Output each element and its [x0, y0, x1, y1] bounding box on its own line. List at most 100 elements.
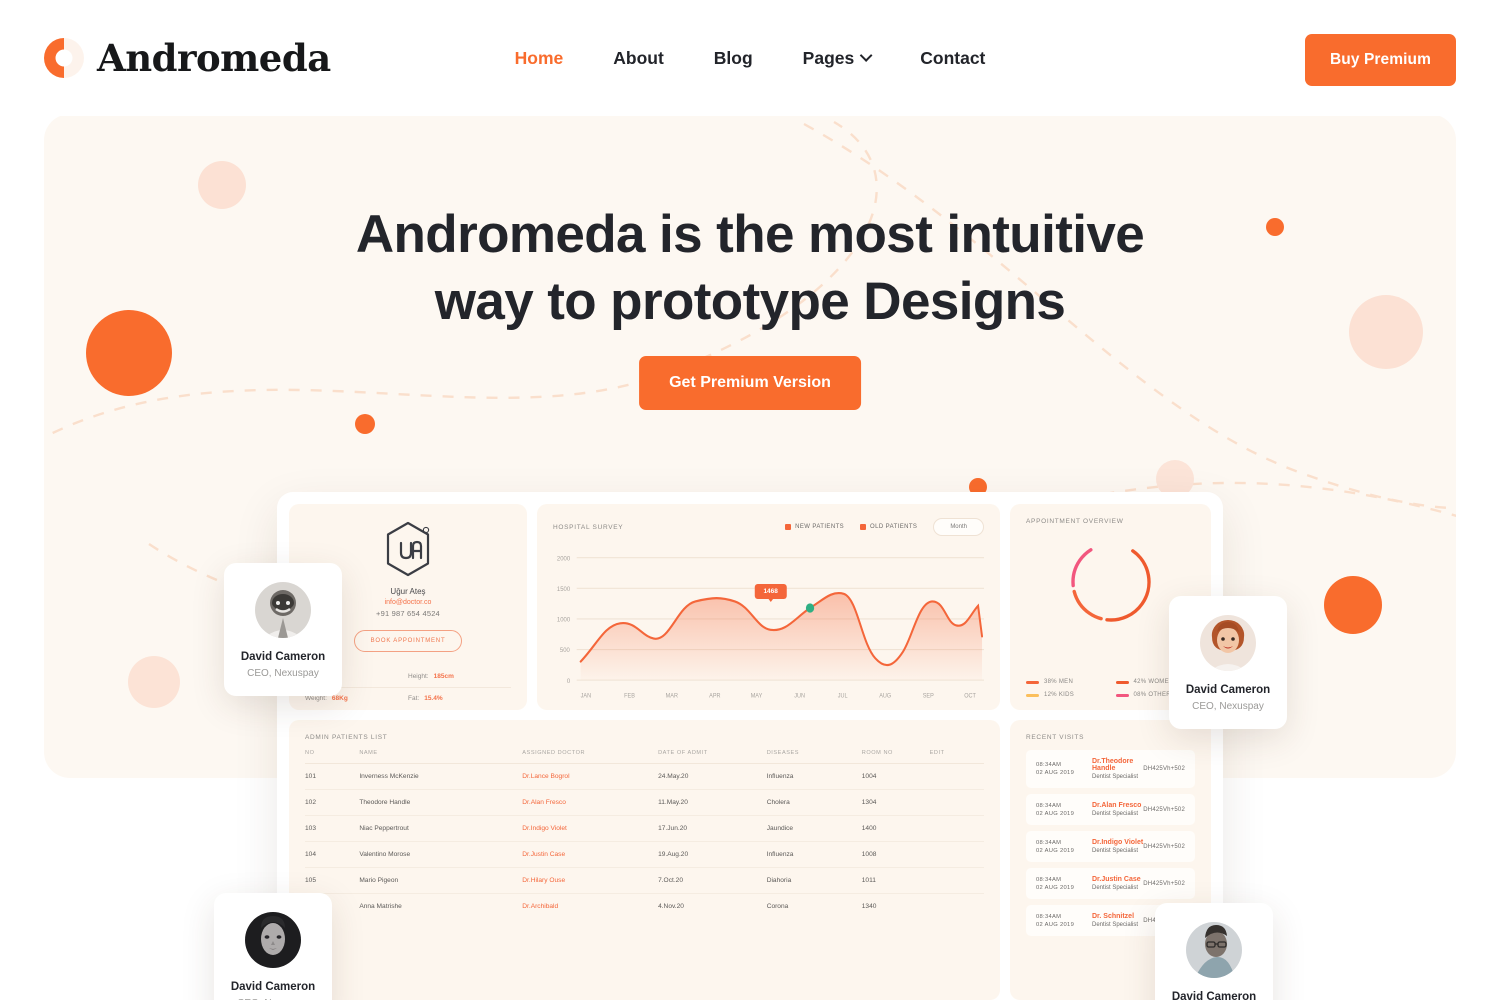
visit-date: 02 AUG 2019 — [1036, 810, 1075, 817]
cell-date: 19.Aug.20 — [658, 841, 767, 868]
legend-old-patients: OLD PATIENTS — [860, 524, 917, 530]
list-item[interactable]: 08:34AM 02 AUG 2019 Dr.Alan Fresco Denti… — [1026, 794, 1195, 825]
visit-time: 08:34AM — [1036, 876, 1062, 883]
legend-kids: 12% KIDS — [1026, 692, 1110, 698]
hospital-survey-legend: NEW PATIENTS OLD PATIENTS Month — [785, 518, 984, 536]
cell-doctor: Dr.Archibald — [522, 903, 559, 910]
hospital-survey-title: HOSPITAL SURVEY — [553, 523, 624, 531]
list-item[interactable]: 08:34AM 02 AUG 2019 Dr.Indigo Violet Den… — [1026, 831, 1195, 862]
cell-date: 11.May.20 — [658, 789, 767, 816]
cell-disease: Diahoria — [766, 867, 862, 894]
legend-old-patients-label: OLD PATIENTS — [870, 524, 918, 530]
cell-date: 7.Oct.20 — [658, 867, 767, 894]
cell-no: 103 — [305, 815, 360, 842]
testimonial-card[interactable]: David Cameron CEO, Nexuspay — [214, 893, 332, 1000]
cell-room: 1008 — [861, 841, 930, 868]
list-item[interactable]: 08:34AM 02 AUG 2019 Dr.Justin Case Denti… — [1026, 868, 1195, 899]
cell-no: 104 — [305, 841, 360, 868]
avatar — [1186, 922, 1242, 978]
dashboard-mockup: Uğur Ateş info@doctor.co +91 987 654 452… — [277, 492, 1223, 1000]
nav-item-pages-label: Pages — [802, 47, 855, 68]
doctor-email[interactable]: info@doctor.co — [385, 599, 432, 606]
legend-new-patients-label: NEW PATIENTS — [795, 524, 845, 530]
svg-text:MAY: MAY — [751, 693, 763, 699]
table-row[interactable]: 101 Inverness McKenzie Dr.Lance Bogrol 2… — [305, 763, 984, 790]
svg-text:1000: 1000 — [557, 616, 571, 623]
nav-item-contact[interactable]: Contact — [895, 48, 1010, 69]
table-row[interactable]: 105 Mario Pigeon Dr.Hilary Ouse 7.Oct.20… — [305, 867, 984, 894]
avatar — [245, 912, 301, 968]
svg-text:JAN: JAN — [581, 693, 591, 699]
cell-edit[interactable] — [929, 763, 984, 790]
testimonial-card[interactable]: David Cameron CEO, Nexuspay — [224, 563, 342, 696]
visit-specialty: Dentist Specialist — [1092, 811, 1139, 817]
patients-table: NO NAME ASSIGNED DOCTOR DATE OF ADMIT DI… — [305, 750, 984, 919]
cell-doctor: Dr.Hilary Ouse — [522, 867, 659, 894]
cell-edit[interactable] — [929, 789, 984, 816]
testimonial-name: David Cameron — [230, 981, 316, 993]
visit-doctor: Dr.Alan Fresco — [1092, 802, 1142, 809]
stat-fat-label: Fat: — [408, 695, 420, 702]
testimonial-role: CEO, Nexuspay — [247, 668, 319, 679]
nav-item-home[interactable]: Home — [490, 48, 589, 69]
chevron-down-icon — [859, 48, 873, 62]
cell-no: 101 — [305, 763, 360, 790]
testimonial-name: David Cameron — [1171, 991, 1257, 1000]
legend-men-label: 38% MEN — [1044, 679, 1074, 685]
legend-women-label: 42% WOMEN — [1133, 679, 1174, 685]
cell-disease: Cholera — [766, 789, 862, 816]
cell-room: 1400 — [861, 815, 930, 842]
table-header-row: NO NAME ASSIGNED DOCTOR DATE OF ADMIT DI… — [305, 750, 984, 764]
visit-date: 02 AUG 2019 — [1036, 847, 1075, 854]
visit-code: DH425Vh+502 — [1143, 766, 1185, 772]
chart-tooltip: 1468 — [754, 583, 787, 599]
cell-room: 1004 — [861, 763, 930, 790]
legend-new-patients: NEW PATIENTS — [785, 524, 844, 530]
avatar — [255, 582, 311, 638]
legend-men: 38% MEN — [1026, 679, 1110, 685]
legend-bar-icon — [1026, 680, 1039, 684]
table-row[interactable]: 104 Valentino Morose Dr.Justin Case 19.A… — [305, 841, 984, 868]
svg-text:OCT: OCT — [964, 693, 976, 699]
buy-premium-button[interactable]: Buy Premium — [1304, 34, 1456, 86]
cell-edit[interactable] — [930, 894, 984, 920]
legend-bar-icon — [1115, 693, 1129, 697]
svg-text:JUN: JUN — [794, 693, 805, 699]
col-room: ROOM NO — [861, 750, 930, 764]
cell-date: 24.May.20 — [658, 763, 767, 790]
cell-doctor: Dr.Indigo Violet — [522, 815, 659, 842]
cell-no: 102 — [305, 789, 360, 816]
stat-fat-value: 15.4% — [424, 695, 443, 702]
svg-text:2000: 2000 — [557, 555, 571, 562]
col-doctor: ASSIGNED DOCTOR — [522, 750, 659, 764]
cell-edit[interactable] — [929, 841, 984, 868]
nav-item-home-label: Home — [514, 47, 564, 68]
book-appointment-button[interactable]: BOOK APPOINTMENT — [353, 630, 463, 652]
nav-item-about[interactable]: About — [588, 48, 689, 69]
cell-edit[interactable] — [929, 867, 984, 894]
svg-text:1500: 1500 — [557, 586, 571, 593]
nav-item-blog[interactable]: Blog — [689, 48, 778, 69]
table-row[interactable]: 102 Theodore Handle Dr.Alan Fresco 11.Ma… — [305, 789, 984, 816]
nav-item-pages[interactable]: Pages — [778, 48, 896, 69]
testimonial-card[interactable]: David Cameron CEO, Nexuspay — [1169, 596, 1287, 729]
visit-time: 08:34AM — [1036, 762, 1062, 768]
list-item[interactable]: 08:34AM 02 AUG 2019 Dr.Theodore Handle D… — [1026, 750, 1195, 788]
cell-disease: Jaundice — [766, 815, 862, 842]
table-row[interactable]: 103 Niac Peppertrout Dr.Indigo Violet 17… — [305, 815, 984, 842]
admin-patients-list-title: ADMIN PATIENTS LIST — [305, 734, 388, 741]
svg-text:APR: APR — [709, 693, 720, 699]
testimonial-card[interactable]: David Cameron CEO, Nexuspay — [1155, 903, 1273, 1000]
nav-item-about-label: About — [613, 47, 664, 68]
cell-edit[interactable] — [929, 815, 984, 842]
visit-doctor: Dr. Schnitzel — [1092, 913, 1135, 920]
stat-weight-value: 68Kg — [331, 695, 348, 702]
cell-room: 1340 — [861, 903, 877, 910]
range-selector-month[interactable]: Month — [933, 518, 984, 536]
get-premium-version-button[interactable]: Get Premium Version — [639, 356, 861, 410]
table-row[interactable]: 106 Anna Matrishe Dr.Archibald 4.Nov.20 … — [305, 894, 984, 920]
cell-disease: Influenza — [766, 763, 862, 790]
visit-time: 08:34AM — [1036, 802, 1062, 809]
brand-logo[interactable]: Andromeda — [44, 36, 331, 80]
col-edit: EDIT — [929, 750, 984, 764]
